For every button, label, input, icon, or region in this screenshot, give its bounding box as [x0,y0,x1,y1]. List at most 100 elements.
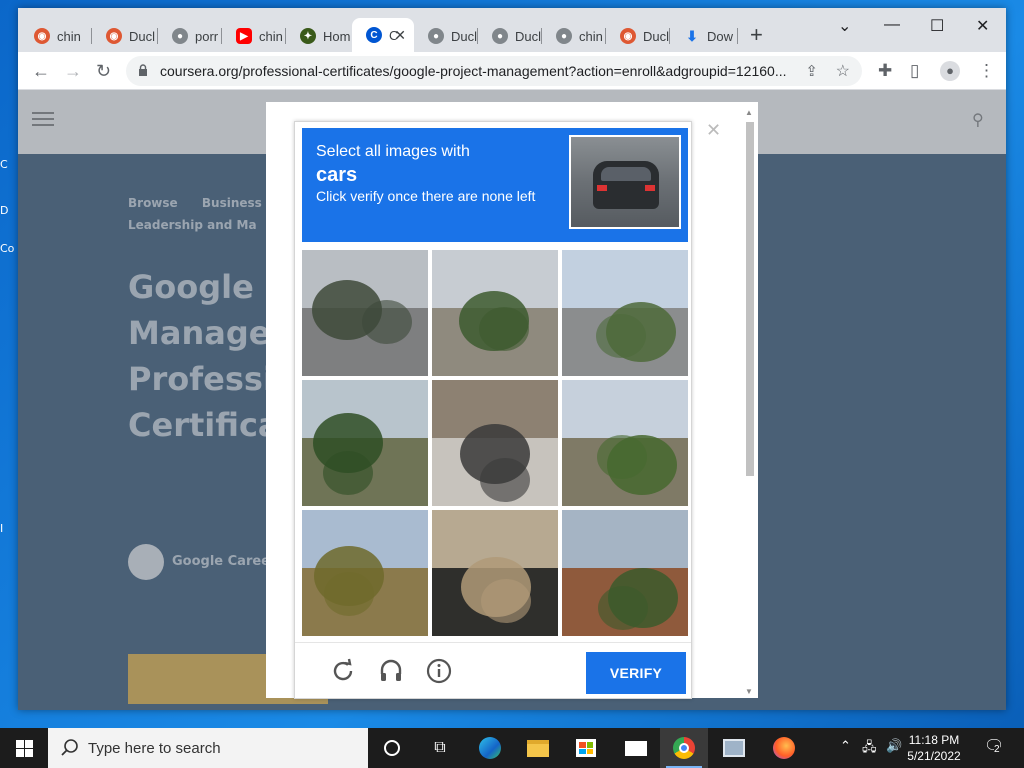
tab-label: Hom [323,28,350,44]
network-icon[interactable]: 🖧 [862,738,877,760]
car-icon [593,161,659,209]
tab-active[interactable]: C C ✕ [352,18,414,52]
tab-label: chin [57,28,81,44]
captcha-image-tile[interactable] [302,380,428,506]
clock-time: 11:18 PM [908,733,960,747]
globe-icon: ● [556,28,572,44]
youtube-icon: ▶ [236,28,252,44]
taskbar: Type here to search ⧉ ⌃ 🖧 🔊 11:18 PM 5/2… [0,728,1024,768]
forward-icon[interactable]: → [64,61,82,81]
menu-dots-icon[interactable]: ⋮ [978,61,995,81]
tab[interactable]: ⬇ Dow [670,22,738,50]
audio-challenge-icon[interactable] [377,657,405,685]
tab[interactable]: ✦ Hom [286,22,350,50]
tab[interactable]: ● porr [158,22,222,50]
sample-image [569,135,681,229]
download-icon: ⬇ [686,27,698,44]
captcha-hint: Click verify once there are none left [316,188,536,204]
notification-count: 2 [994,744,1000,755]
captcha-image-tile[interactable] [562,250,688,376]
tab-label: Ducl [129,28,156,44]
search-icon [61,739,78,756]
share-icon[interactable]: ⇪ [805,62,818,80]
tab-label: chin [579,28,603,44]
desktop-icon[interactable]: I [0,522,18,536]
captcha-image-tile[interactable] [562,380,688,506]
bookmark-star-icon[interactable]: ☆ [836,61,850,81]
tray-chevron-icon[interactable]: ⌃ [840,738,851,754]
coursera-icon: C [366,27,382,43]
tab-strip: ◉ chin ◉ Ducl ● porr ▶ chin ✦ Hom C C ✕ … [18,8,1006,52]
refresh-icon[interactable] [329,657,357,685]
tab[interactable]: ◉ chin [20,22,92,50]
desktop-icon[interactable]: Co [0,242,18,256]
microsoft-store-icon[interactable] [562,728,610,768]
verify-button[interactable]: VERIFY [586,652,686,694]
back-icon[interactable]: ← [32,61,50,81]
captcha-target: cars [316,164,358,186]
globe-icon: ● [492,28,508,44]
duckduckgo-icon: ◉ [620,28,636,44]
desktop-icon[interactable]: D [0,204,18,218]
captcha-challenge: Select all images with cars Click verify… [294,121,692,699]
captcha-prompt: Select all images with cars Click verify… [302,128,688,242]
site-icon: ✦ [300,28,316,44]
modal-scrollbar[interactable]: ▲ ▼ [744,108,756,696]
info-icon[interactable] [425,657,453,685]
captcha-image-tile[interactable] [432,510,558,636]
tab[interactable]: ▶ chin [222,22,286,50]
captcha-image-tile[interactable] [302,510,428,636]
url-text: coursera.org/professional-certificates/g… [160,63,787,79]
captcha-image-tile[interactable] [562,510,688,636]
maximize-icon[interactable]: ☐ [930,16,944,36]
reload-icon[interactable]: ↻ [96,61,111,81]
close-tab-icon[interactable]: ✕ [394,27,406,44]
tab[interactable]: ● chin [542,22,606,50]
windows-start-icon[interactable] [0,728,48,768]
captcha-instruction: Select all images with [316,143,470,160]
file-explorer-icon[interactable] [514,728,562,768]
address-bar[interactable]: coursera.org/professional-certificates/g… [126,56,862,86]
globe-icon: ● [172,28,188,44]
close-modal-icon[interactable]: ✕ [706,120,721,141]
app-icon[interactable] [710,728,758,768]
captcha-image-tile[interactable] [302,250,428,376]
tab[interactable]: ◉ Ducl [92,22,158,50]
profile-icon[interactable]: ● [940,61,960,81]
captcha-image-grid [302,250,688,636]
tab-label: Ducl [643,28,670,44]
tab[interactable]: ● Ducl [414,22,478,50]
system-clock[interactable]: 11:18 PM 5/21/2022 [904,732,964,764]
tab-label: chin [259,28,283,44]
tab[interactable]: ◉ Ducl [606,22,670,50]
tab-label: Ducl [515,28,542,44]
mail-icon[interactable] [612,728,660,768]
notification-center-icon[interactable]: 🗨 2 [984,736,1004,756]
edge-icon[interactable] [466,728,514,768]
taskbar-search-box[interactable]: Type here to search [48,728,368,768]
tab-search-icon[interactable]: ⌄ [838,16,851,36]
close-window-icon[interactable]: ✕ [976,16,989,36]
captcha-footer: VERIFY [295,642,691,698]
tab-label: porr [195,28,219,44]
captcha-image-tile[interactable] [432,250,558,376]
tab-label: Ducl [451,28,478,44]
lock-icon [139,64,147,76]
side-panel-icon[interactable]: ▯ [910,61,919,81]
search-placeholder: Type here to search [88,739,221,757]
chrome-icon[interactable] [660,728,708,768]
tab[interactable]: ● Ducl [478,22,542,50]
cortana-icon[interactable] [368,728,416,768]
extensions-icon[interactable]: ✚ [878,61,892,81]
tab-label: Dow [707,28,734,44]
browser-toolbar: ← → ↻ coursera.org/professional-certific… [18,52,1006,90]
globe-icon: ● [428,28,444,44]
new-tab-button[interactable]: + [750,24,763,46]
desktop-icon[interactable]: C [0,158,18,172]
volume-icon[interactable]: 🔊 [886,738,902,754]
clock-date: 5/21/2022 [907,749,961,763]
minimize-icon[interactable]: — [884,16,900,34]
firefox-icon[interactable] [760,728,808,768]
task-view-icon[interactable]: ⧉ [416,728,464,768]
captcha-image-tile[interactable] [432,380,558,506]
